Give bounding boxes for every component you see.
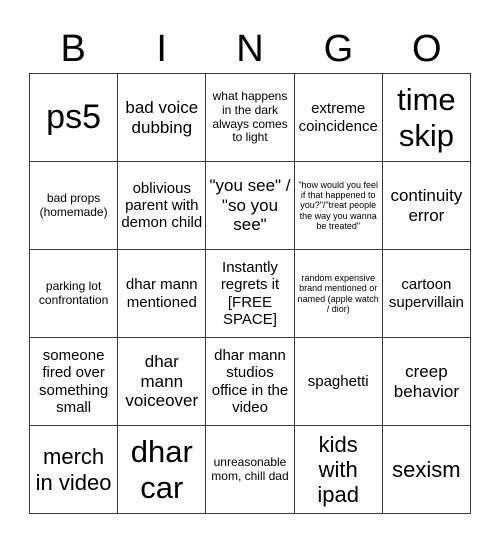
bingo-cell-text: unreasonable mom, chill dad bbox=[211, 454, 289, 483]
bingo-cell[interactable]: spaghetti bbox=[294, 338, 383, 426]
bingo-cell-text: time skip bbox=[397, 81, 456, 153]
header-letter-n: N bbox=[236, 28, 264, 70]
bingo-cell[interactable]: parking lot confrontation bbox=[30, 250, 119, 338]
bingo-cell[interactable]: ps5 bbox=[30, 74, 119, 162]
bingo-board: ps5 bad voice dubbing what happens in the … bbox=[29, 73, 471, 514]
bingo-cell[interactable]: dhar car bbox=[118, 426, 207, 514]
bingo-cell[interactable]: dhar mann studios office in the video bbox=[206, 338, 295, 426]
bingo-cell-text: bad voice dubbing bbox=[125, 97, 199, 137]
bingo-cell[interactable]: oblivious parent with demon child bbox=[118, 162, 207, 250]
header-letter-i: I bbox=[156, 28, 167, 70]
header-letter-b: B bbox=[60, 28, 86, 70]
bingo-cell-text: continuity error bbox=[390, 185, 463, 225]
bingo-cell[interactable]: sexism bbox=[382, 426, 471, 514]
bingo-cell-text: merch in video bbox=[35, 444, 112, 495]
bingo-cell[interactable]: continuity error bbox=[382, 162, 471, 250]
bingo-cell-text: dhar car bbox=[130, 433, 193, 505]
header-letter-g: G bbox=[323, 28, 354, 70]
header-letter-o: O bbox=[412, 28, 442, 70]
bingo-cell-text: oblivious parent with demon child bbox=[121, 179, 203, 232]
bingo-cell[interactable]: bad voice dubbing bbox=[118, 74, 207, 162]
bingo-cell[interactable]: what happens in the dark always comes to… bbox=[206, 74, 295, 162]
bingo-cell[interactable]: time skip bbox=[382, 74, 471, 162]
bingo-cell-text: Instantly regrets it [FREE SPACE] bbox=[220, 259, 280, 328]
bingo-cell-text: random expensive brand mentioned or name… bbox=[297, 272, 379, 314]
bingo-cell-text: spaghetti bbox=[307, 372, 369, 390]
bingo-cell[interactable]: kids with ipad bbox=[294, 426, 383, 514]
bingo-cell[interactable]: someone fired over something small bbox=[30, 338, 119, 426]
bingo-cell-text: kids with ipad bbox=[317, 431, 359, 508]
bingo-cell[interactable]: Instantly regrets it [FREE SPACE] bbox=[206, 250, 295, 338]
bingo-cell-text: ps5 bbox=[46, 97, 101, 136]
bingo-cell[interactable]: merch in video bbox=[30, 426, 119, 514]
bingo-header: B I N G O bbox=[29, 26, 471, 72]
bingo-cell[interactable]: dhar mann mentioned bbox=[118, 250, 207, 338]
bingo-cell-text: dhar mann mentioned bbox=[125, 276, 198, 311]
bingo-cell-text: parking lot confrontation bbox=[38, 278, 109, 307]
bingo-cell-text: bad props (homemade) bbox=[39, 190, 108, 219]
bingo-cell-text: dhar mann voiceover bbox=[125, 352, 199, 411]
bingo-cell[interactable]: random expensive brand mentioned or name… bbox=[294, 250, 383, 338]
bingo-cell-text: sexism bbox=[392, 456, 461, 482]
bingo-cell-text: what happens in the dark always comes to… bbox=[212, 88, 288, 145]
bingo-cell[interactable]: extreme coincidence bbox=[294, 74, 383, 162]
bingo-cell[interactable]: unreasonable mom, chill dad bbox=[206, 426, 295, 514]
bingo-cell-text: extreme coincidence bbox=[298, 100, 378, 135]
bingo-cell[interactable]: dhar mann voiceover bbox=[118, 338, 207, 426]
bingo-cell[interactable]: "you see" / "so you see" bbox=[206, 162, 295, 250]
bingo-cell-text: "you see" / "so you see" bbox=[209, 176, 291, 235]
bingo-cell[interactable]: cartoon supervillain bbox=[382, 250, 471, 338]
bingo-cell-text: "how would you feel if that happened to … bbox=[298, 179, 379, 232]
bingo-cell[interactable]: creep behavior bbox=[382, 338, 471, 426]
bingo-cell-text: dhar mann studios office in the video bbox=[211, 347, 289, 416]
bingo-cell-text: someone fired over something small bbox=[38, 347, 109, 416]
bingo-cell-text: creep behavior bbox=[393, 361, 459, 401]
bingo-cell-text: cartoon supervillain bbox=[388, 276, 464, 311]
bingo-cell[interactable]: bad props (homemade) bbox=[30, 162, 119, 250]
bingo-cell[interactable]: "how would you feel if that happened to … bbox=[294, 162, 383, 250]
